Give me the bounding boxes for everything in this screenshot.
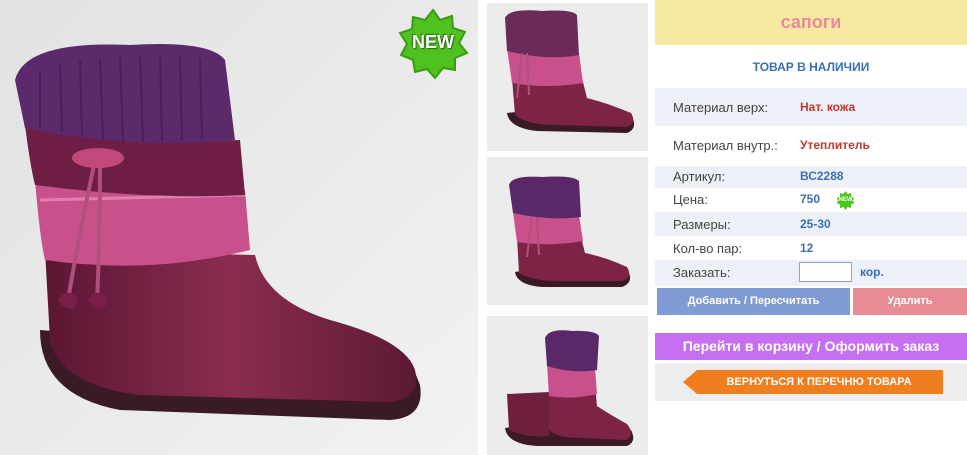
order-label: Заказать: [673,265,731,280]
boot-thumbnail-2 [487,157,648,305]
quantity-input[interactable] [799,262,852,282]
price-new-badge-label: NEW [838,197,853,203]
material-top-label: Материал верх: [673,100,769,115]
new-badge-label: NEW [412,32,454,52]
row-material-inner: Материал внутр.: Утеплитель [655,126,967,166]
row-article: Артикул: ВС2288 [655,166,967,188]
sizes-value: 25-30 [800,217,831,231]
back-button-area: ВЕРНУТЬСЯ К ПЕРЕЧНЮ ТОВАРА [655,363,967,401]
row-material-top: Материал верх: Нат. кожа [655,88,967,126]
material-inner-label: Материал внутр.: [673,138,778,153]
product-title: сапоги [655,0,967,45]
add-recalculate-button[interactable]: Добавить / Пересчитать [657,288,850,315]
row-order: Заказать: кор. [655,260,967,286]
row-price: Цена: 750 NEW [655,188,967,212]
price-label: Цена: [673,192,708,207]
go-to-cart-button[interactable]: Перейти в корзину / Оформить заказ [655,333,967,360]
thumbnail-2[interactable] [487,157,648,305]
product-info-panel: сапоги ТОВАР В НАЛИЧИИ Материал верх: На… [655,0,967,455]
back-to-list-button[interactable]: ВЕРНУТЬСЯ К ПЕРЕЧНЮ ТОВАРА [683,370,943,394]
article-value: ВС2288 [800,169,844,183]
delete-button[interactable]: Удалить [853,288,967,315]
thumbnail-1[interactable] [487,3,648,151]
article-label: Артикул: [673,169,726,184]
boot-thumbnail-1 [487,3,648,151]
price-value: 750 [800,192,821,206]
row-pairs: Кол-во пар: 12 [655,236,967,260]
boot-thumbnail-3 [487,316,648,455]
new-badge: NEW [397,8,469,80]
sizes-label: Размеры: [673,217,731,232]
quantity-unit: кор. [860,265,884,279]
thumbnail-3[interactable] [487,316,648,455]
main-product-image[interactable]: NEW [0,0,478,455]
price-new-badge: NEW [836,191,855,210]
pairs-value: 12 [800,241,814,255]
row-sizes: Размеры: 25-30 [655,212,967,236]
pairs-label: Кол-во пар: [673,241,743,256]
material-top-value: Нат. кожа [800,100,856,114]
material-inner-value: Утеплитель [800,138,870,152]
stock-status: ТОВАР В НАЛИЧИИ [752,60,870,74]
back-to-list-label: ВЕРНУТЬСЯ К ПЕРЕЧНЮ ТОВАРА [726,376,912,388]
